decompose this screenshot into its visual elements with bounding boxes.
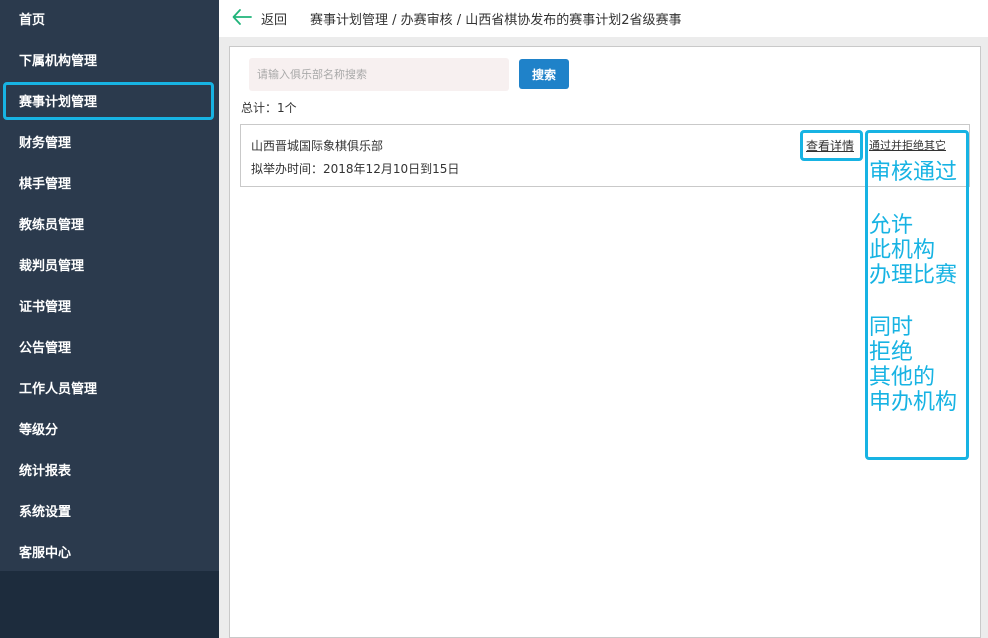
active-item-highlight-frame <box>3 82 214 120</box>
sidebar-item-referees[interactable]: 裁判员管理 <box>0 246 219 287</box>
breadcrumb: 赛事计划管理 / 办赛审核 / 山西省棋协发布的赛事计划2省级赛事 <box>310 13 682 28</box>
sidebar-item-staff[interactable]: 工作人员管理 <box>0 369 219 410</box>
detail-link-highlight-frame <box>800 130 863 161</box>
annotation-line: 其他的 <box>869 365 936 390</box>
annotation-line: 办理比赛 <box>869 263 958 288</box>
search-button[interactable]: 搜索 <box>519 59 569 89</box>
annotation-line: 允许 <box>869 213 914 238</box>
sidebar-item-ratings[interactable]: 等级分 <box>0 410 219 451</box>
sidebar-item-announcements[interactable]: 公告管理 <box>0 328 219 369</box>
planned-date-label: 拟举办时间： <box>251 162 324 176</box>
total-count: 总计：1个 <box>241 101 297 115</box>
planned-date-value: 2018年12月10日到15日 <box>323 162 460 176</box>
search-input[interactable] <box>249 58 509 91</box>
club-name: 山西晋城国际象棋俱乐部 <box>251 139 384 153</box>
sidebar-item-coaches[interactable]: 教练员管理 <box>0 205 219 246</box>
back-link[interactable]: 返回 <box>261 9 287 28</box>
annotation-line: 申办机构 <box>869 390 958 415</box>
annotation-line: 拒绝 <box>869 340 914 365</box>
annotation-line: 审核通过 <box>869 160 958 185</box>
header-bar: 返回 赛事计划管理 / 办赛审核 / 山西省棋协发布的赛事计划2省级赛事 <box>219 0 988 37</box>
annotation-line: 此机构 <box>869 238 936 263</box>
sidebar-item-finance[interactable]: 财务管理 <box>0 123 219 164</box>
sidebar-item-home[interactable]: 首页 <box>0 0 219 41</box>
sidebar-item-support[interactable]: 客服中心 <box>0 533 219 574</box>
planned-date: 拟举办时间：2018年12月10日到15日 <box>251 160 459 177</box>
arrow-left-icon[interactable] <box>231 6 253 28</box>
annotation-line: 同时 <box>869 315 914 340</box>
sidebar-item-subordinate-orgs[interactable]: 下属机构管理 <box>0 41 219 82</box>
sidebar-item-settings[interactable]: 系统设置 <box>0 492 219 533</box>
sidebar-item-players[interactable]: 棋手管理 <box>0 164 219 205</box>
sidebar: 首页 下属机构管理 赛事计划管理 财务管理 棋手管理 教练员管理 裁判员管理 证… <box>0 0 219 638</box>
sidebar-item-reports[interactable]: 统计报表 <box>0 451 219 492</box>
sidebar-item-certificates[interactable]: 证书管理 <box>0 287 219 328</box>
